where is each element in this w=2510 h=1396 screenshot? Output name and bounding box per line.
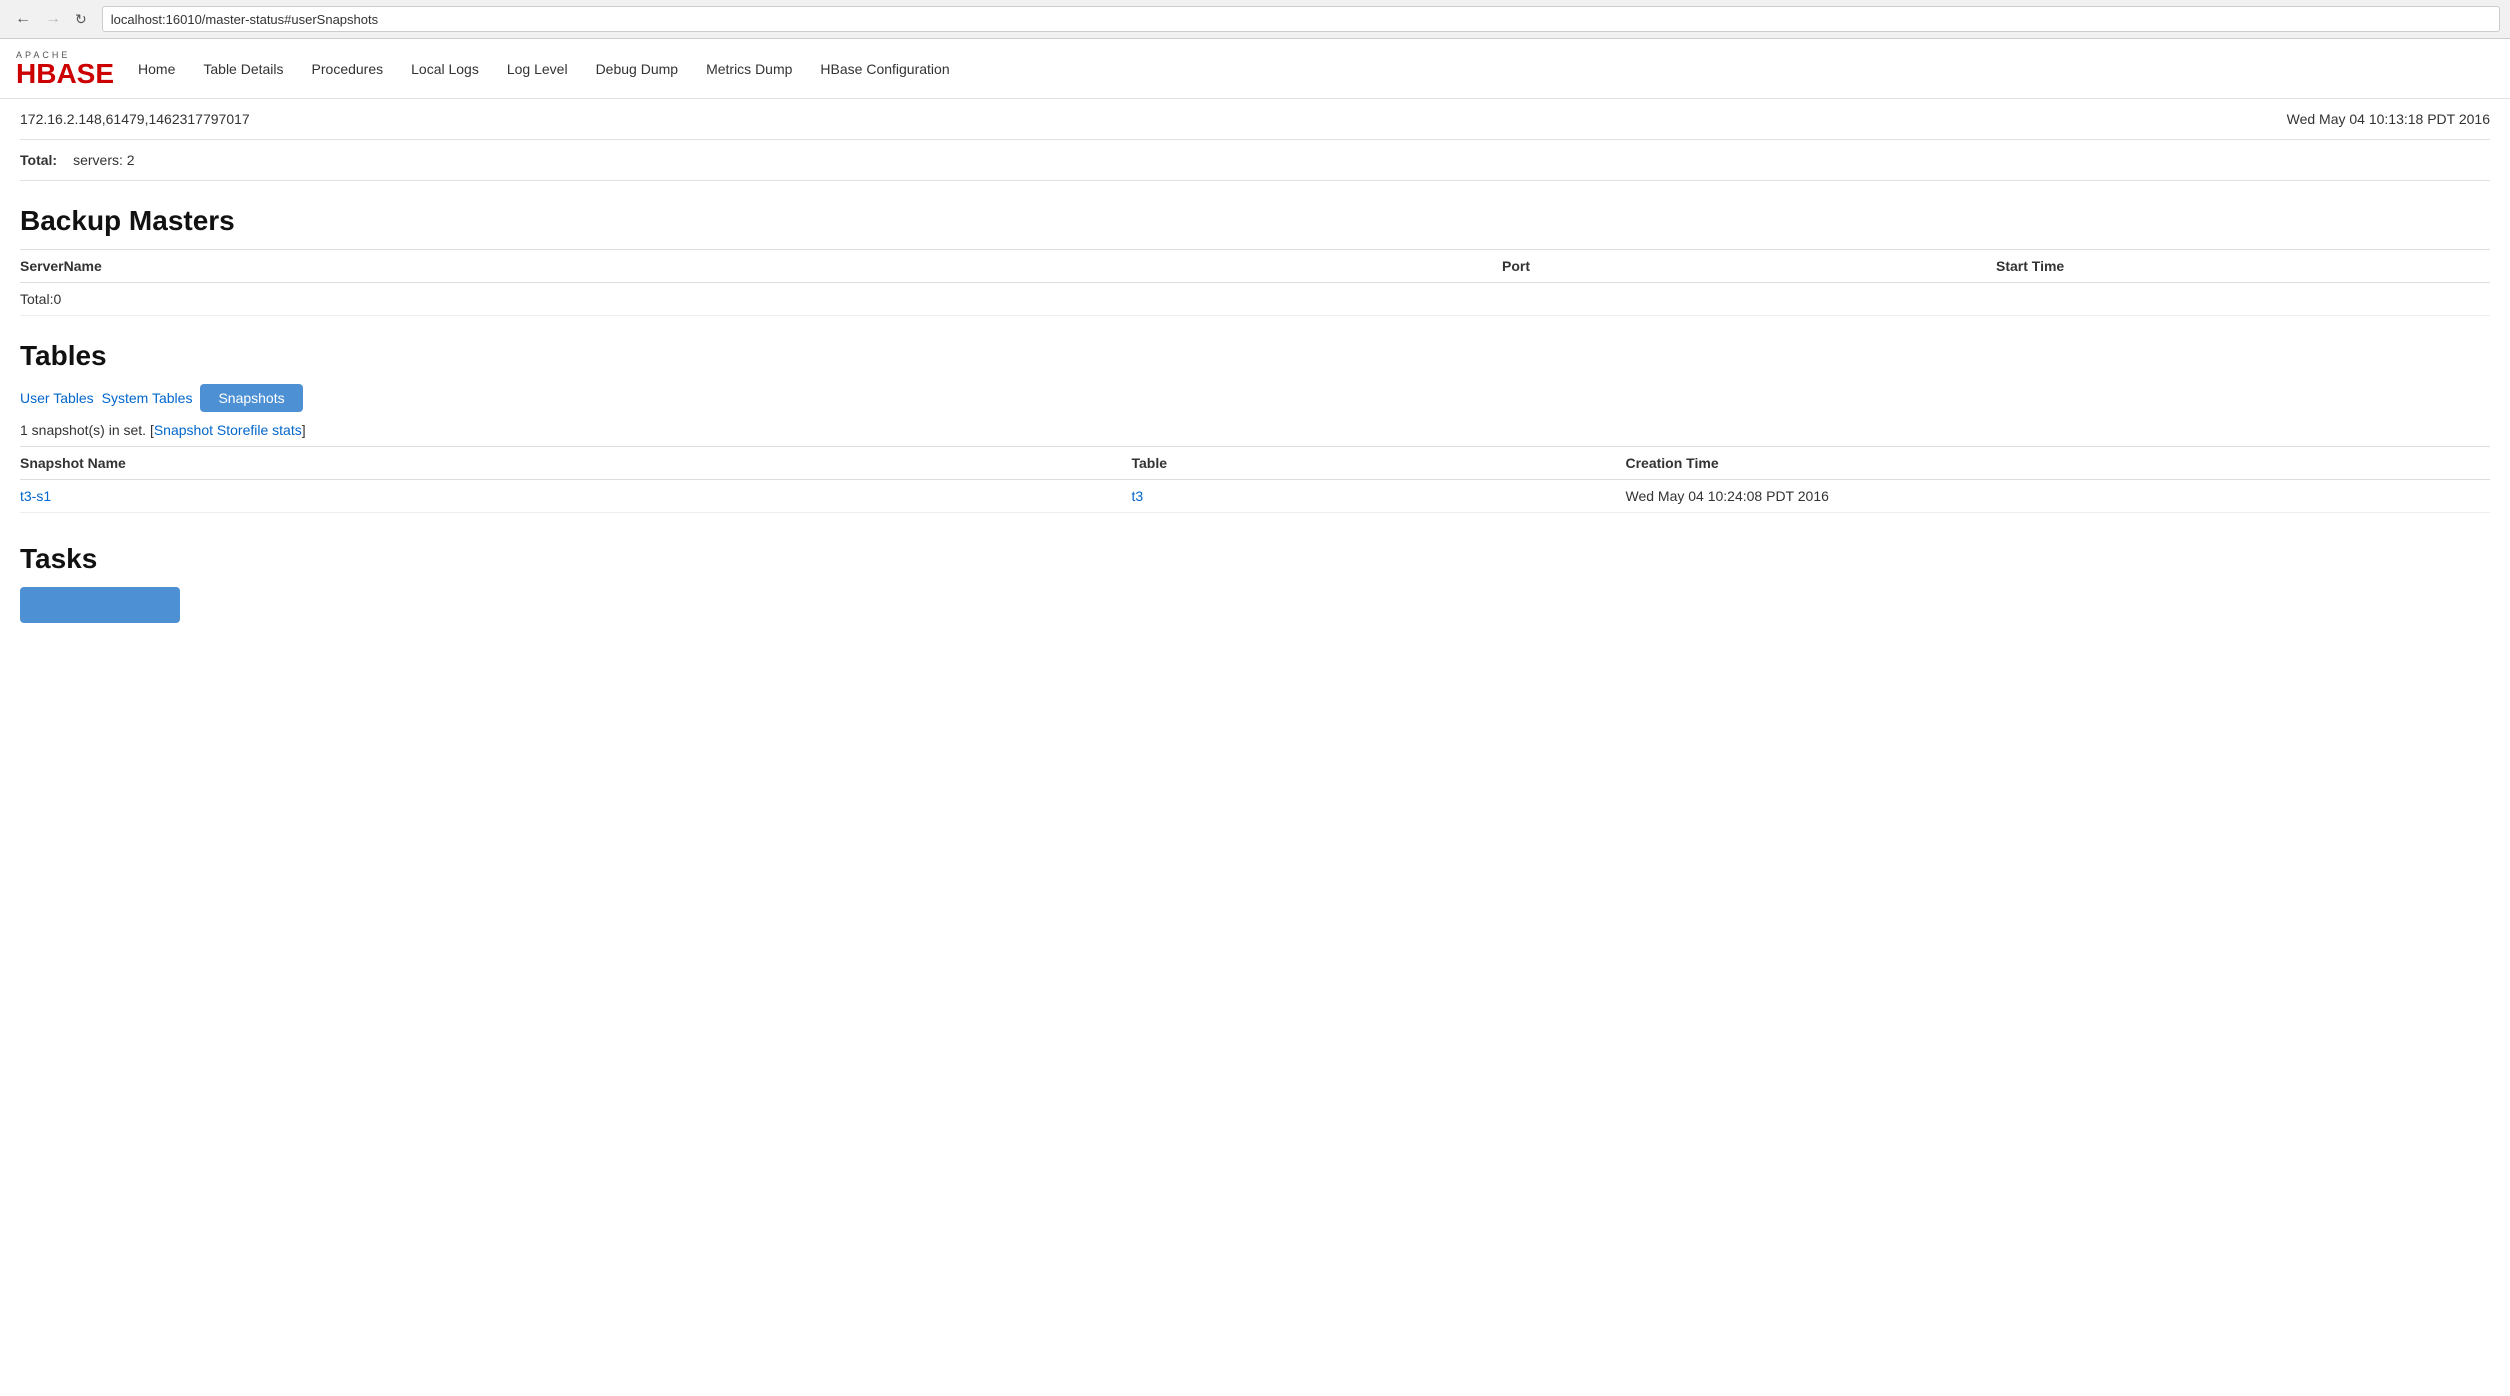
logo: APACHE HBASE bbox=[16, 50, 114, 88]
col-header-creation-time: Creation Time bbox=[1626, 447, 2491, 480]
snapshot-count-text: 1 snapshot(s) in set. bbox=[20, 422, 146, 438]
snapshot-table-link[interactable]: t3 bbox=[1132, 488, 1144, 504]
snapshot-creation-cell: Wed May 04 10:24:08 PDT 2016 bbox=[1626, 480, 2491, 513]
nav-link-metrics-dump[interactable]: Metrics Dump bbox=[706, 61, 792, 77]
server-datetime: Wed May 04 10:13:18 PDT 2016 bbox=[2287, 111, 2490, 127]
total-row: Total: servers: 2 bbox=[20, 140, 2490, 181]
backup-masters-heading: Backup Masters bbox=[20, 205, 2490, 237]
snapshot-name-link[interactable]: t3-s1 bbox=[20, 488, 51, 504]
nav-link-debug-dump[interactable]: Debug Dump bbox=[596, 61, 679, 77]
tab-snapshots[interactable]: Snapshots bbox=[200, 384, 302, 412]
refresh-button[interactable]: ↻ bbox=[70, 9, 92, 30]
backup-masters-table: ServerName Port Start Time Total:0 bbox=[20, 249, 2490, 316]
snapshot-storefile-link[interactable]: Snapshot Storefile stats bbox=[154, 422, 302, 438]
tasks-heading: Tasks bbox=[20, 543, 2490, 575]
tables-heading: Tables bbox=[20, 340, 2490, 372]
forward-button[interactable]: → bbox=[40, 8, 66, 30]
server-address: 172.16.2.148,61479,1462317797017 bbox=[20, 111, 250, 127]
nav-link-hbase-configuration[interactable]: HBase Configuration bbox=[820, 61, 949, 77]
nav-links: Home Table Details Procedures Local Logs Log… bbox=[138, 61, 950, 77]
tab-system-tables[interactable]: System Tables bbox=[102, 390, 193, 406]
tab-user-tables[interactable]: User Tables bbox=[20, 390, 94, 406]
tasks-section: Tasks bbox=[20, 543, 2490, 623]
snapshot-info: 1 snapshot(s) in set. [Snapshot Storefil… bbox=[20, 422, 2490, 438]
address-bar[interactable] bbox=[102, 6, 2500, 32]
total-value: servers: 2 bbox=[73, 152, 134, 168]
col-header-servername: ServerName bbox=[20, 250, 1502, 283]
snapshot-name-cell: t3-s1 bbox=[20, 480, 1132, 513]
nav-link-local-logs[interactable]: Local Logs bbox=[411, 61, 479, 77]
browser-chrome: ← → ↻ bbox=[0, 0, 2510, 39]
snapshots-table: Snapshot Name Table Creation Time t3-s1 … bbox=[20, 446, 2490, 513]
backup-masters-total: Total:0 bbox=[20, 283, 2490, 316]
snapshot-table-cell: t3 bbox=[1132, 480, 1626, 513]
nav-link-home[interactable]: Home bbox=[138, 61, 175, 77]
total-label: Total: bbox=[20, 152, 57, 168]
table-row: t3-s1 t3 Wed May 04 10:24:08 PDT 2016 bbox=[20, 480, 2490, 513]
col-header-table: Table bbox=[1132, 447, 1626, 480]
col-header-starttime: Start Time bbox=[1996, 250, 2490, 283]
tasks-button[interactable] bbox=[20, 587, 180, 623]
col-header-snapshot-name: Snapshot Name bbox=[20, 447, 1132, 480]
server-info-bar: 172.16.2.148,61479,1462317797017 Wed May… bbox=[20, 99, 2490, 140]
nav-link-log-level[interactable]: Log Level bbox=[507, 61, 568, 77]
col-header-port: Port bbox=[1502, 250, 1996, 283]
table-row: Total:0 bbox=[20, 283, 2490, 316]
main-content: 172.16.2.148,61479,1462317797017 Wed May… bbox=[0, 99, 2510, 623]
tabs-row: User Tables System Tables Snapshots bbox=[20, 384, 2490, 412]
nav-link-table-details[interactable]: Table Details bbox=[203, 61, 283, 77]
logo-hbase-text: HBASE bbox=[16, 58, 114, 89]
browser-nav-buttons: ← → ↻ bbox=[10, 8, 92, 30]
back-button[interactable]: ← bbox=[10, 8, 36, 30]
nav-link-procedures[interactable]: Procedures bbox=[312, 61, 384, 77]
navbar: APACHE HBASE Home Table Details Procedures… bbox=[0, 39, 2510, 99]
